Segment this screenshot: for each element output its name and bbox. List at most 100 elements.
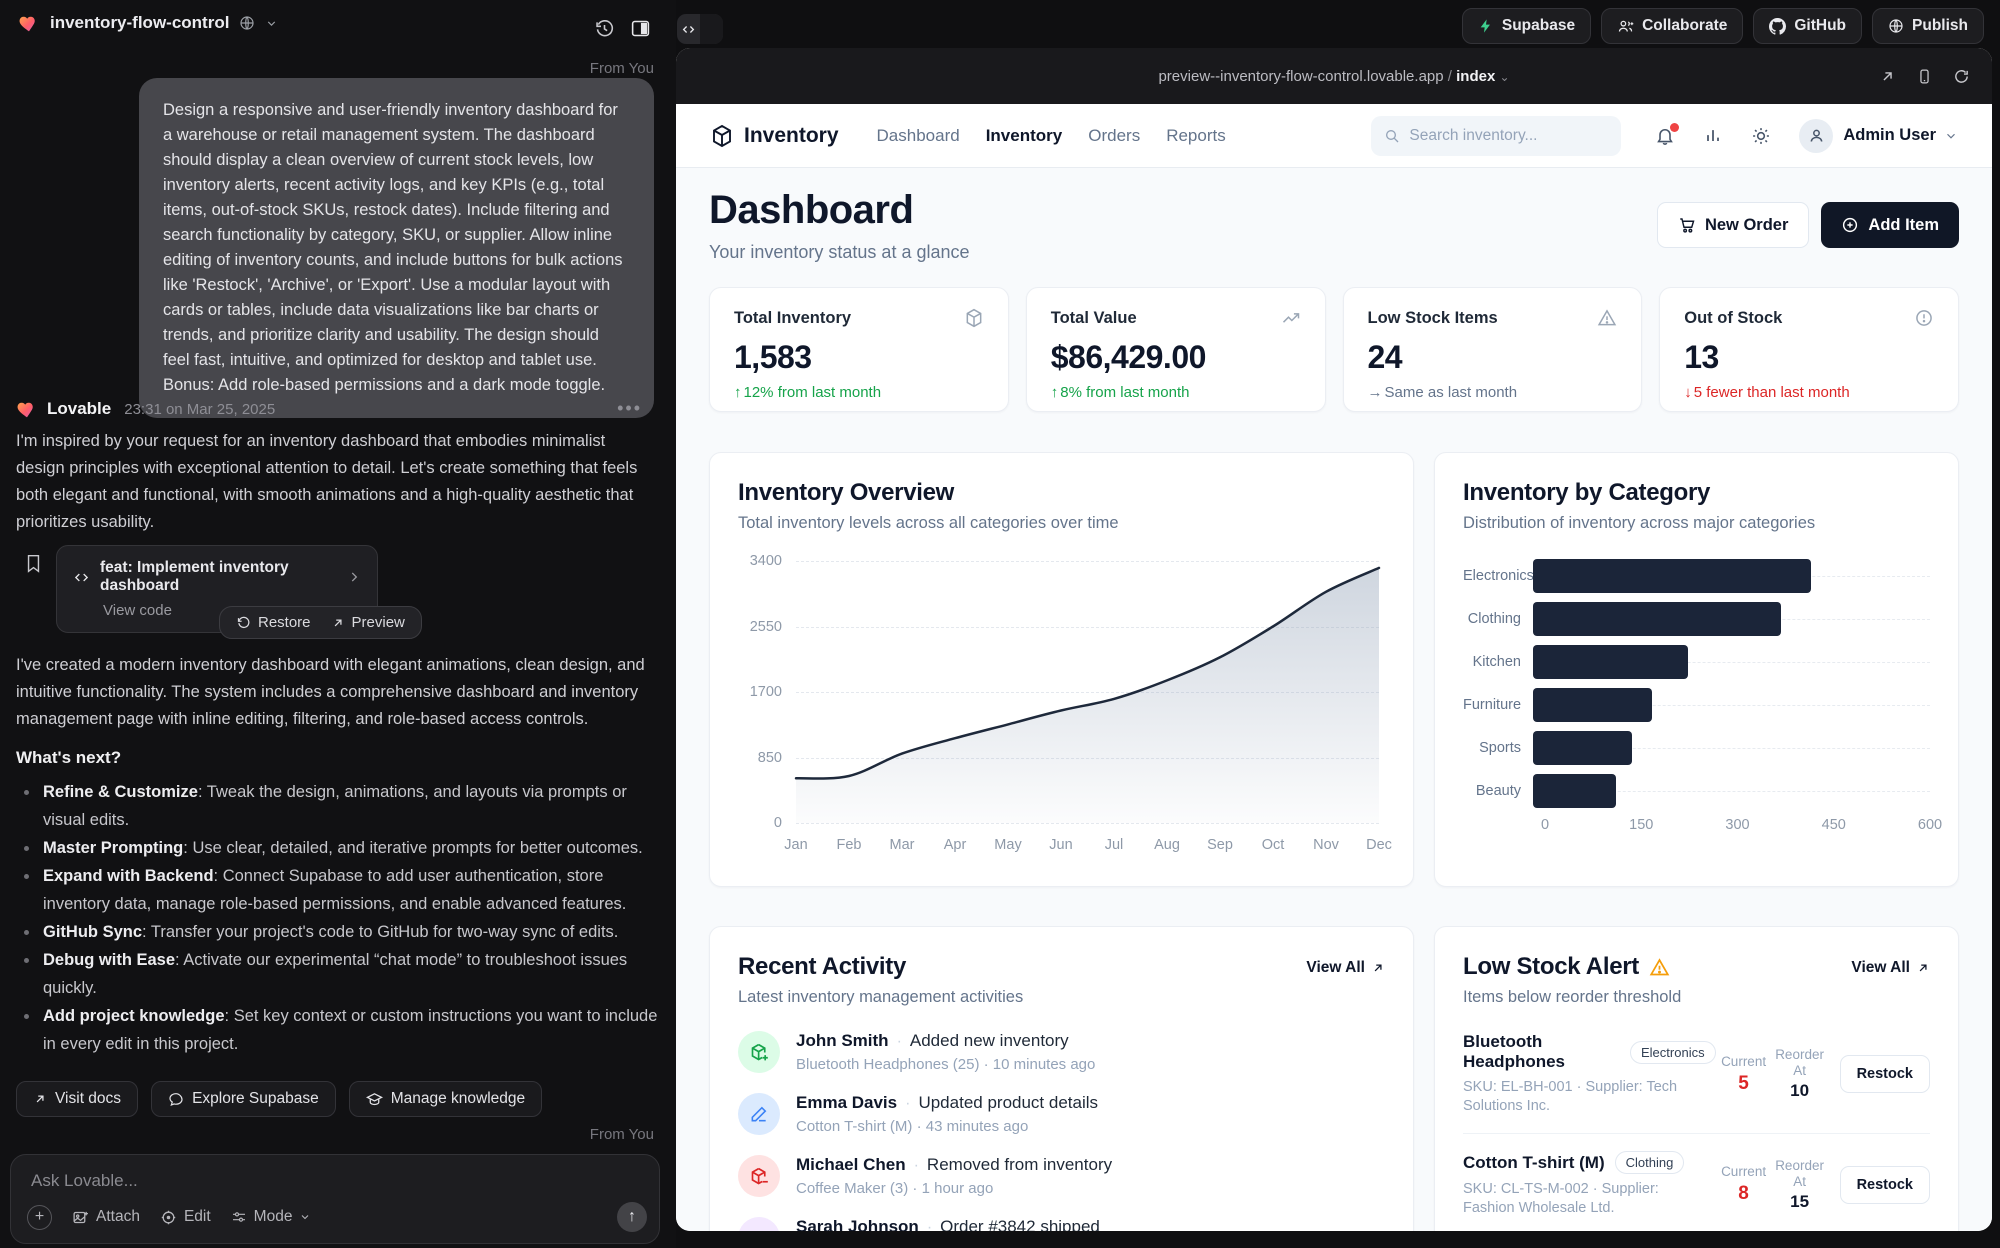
nav-link-orders[interactable]: Orders — [1088, 126, 1140, 146]
github-button[interactable]: GitHub — [1753, 8, 1862, 44]
globe-icon — [1888, 18, 1904, 34]
assistant-paragraph-1: I'm inspired by your request for an inve… — [16, 428, 658, 536]
restore-button[interactable]: Restore — [236, 614, 311, 631]
kpi-label: Low Stock Items — [1368, 309, 1498, 328]
x-axis-tick-label: Mar — [890, 837, 915, 853]
package-icon — [964, 308, 984, 328]
user-menu[interactable]: Admin User — [1799, 119, 1958, 153]
nav-links: Dashboard Inventory Orders Reports — [877, 126, 1226, 146]
edit-button[interactable]: Edit — [160, 1208, 211, 1226]
preview-url[interactable]: preview--inventory-flow-control.lovable.… — [676, 68, 1992, 85]
preview-button[interactable]: Preview — [331, 614, 405, 631]
user-message-bubble: Design a responsive and user-friendly in… — [139, 78, 654, 418]
panel-toggle-icon[interactable] — [630, 18, 651, 39]
visit-docs-button[interactable]: Visit docs — [16, 1081, 138, 1117]
publish-button[interactable]: Publish — [1872, 8, 1984, 44]
current-stock-value: 8 — [1716, 1183, 1772, 1205]
composer-input[interactable]: Ask Lovable... — [31, 1171, 138, 1191]
view-all-link[interactable]: View All — [1851, 959, 1930, 977]
activity-row[interactable]: Sarah Johnson·Order #3842 shipped Desk L… — [738, 1217, 1385, 1231]
message-menu-icon[interactable]: ••• — [617, 398, 642, 419]
plus-circle-icon — [1841, 216, 1859, 234]
nav-link-dashboard[interactable]: Dashboard — [877, 126, 960, 146]
commit-message: feat: Implement inventory dashboard — [100, 559, 337, 595]
sku-line: SKU: CL-TS-M-002 · Supplier: Fashion Who… — [1463, 1180, 1713, 1218]
project-chevron-down-icon[interactable] — [265, 17, 278, 30]
x-axis-tick-label: 300 — [1725, 817, 1749, 833]
chat-composer[interactable]: Ask Lovable... + Attach Edit Mode ↑ — [10, 1154, 660, 1244]
commit-chevron-right-icon — [347, 570, 361, 584]
notifications-bell-icon[interactable] — [1655, 126, 1675, 146]
send-button[interactable]: ↑ — [617, 1202, 647, 1232]
x-axis-tick-label: May — [994, 837, 1021, 853]
restock-button[interactable]: Restock — [1840, 1166, 1930, 1204]
chart-subtitle: Total inventory levels across all catego… — [738, 514, 1385, 533]
commit-hover-toolbar: Restore Preview — [219, 606, 422, 639]
whats-next-heading: What's next? — [16, 748, 121, 768]
activity-row[interactable]: Emma Davis·Updated product details Cotto… — [738, 1093, 1385, 1135]
card-title: Recent Activity — [738, 953, 1023, 981]
activity-row[interactable]: John Smith·Added new inventory Bluetooth… — [738, 1031, 1385, 1073]
history-icon[interactable] — [594, 18, 615, 39]
kpi-card-low-stock: Low Stock Items 24 →Same as last month — [1343, 287, 1643, 412]
kpi-value: 24 — [1368, 339, 1618, 376]
code-view-toggle[interactable] — [677, 14, 723, 44]
category-row: Kitchen — [1463, 645, 1930, 679]
mode-selector[interactable]: Mode — [231, 1208, 312, 1226]
arrow-up-right-icon — [1371, 961, 1385, 975]
inventory-overview-chart-card: Inventory Overview Total inventory level… — [709, 452, 1414, 887]
mobile-view-icon[interactable] — [1916, 68, 1933, 85]
dashboard-navbar: Inventory Dashboard Inventory Orders Rep… — [676, 104, 1992, 168]
package-plus-icon — [738, 1031, 780, 1073]
collaborate-button[interactable]: Collaborate — [1601, 8, 1743, 44]
restock-button[interactable]: Restock — [1840, 1055, 1930, 1093]
chart-title: Inventory by Category — [1463, 479, 1930, 507]
activity-row[interactable]: Michael Chen·Removed from inventory Coff… — [738, 1155, 1385, 1197]
toggle-knob — [700, 14, 723, 44]
nav-link-reports[interactable]: Reports — [1166, 126, 1226, 146]
view-all-link[interactable]: View All — [1306, 959, 1385, 977]
package-icon — [710, 124, 734, 148]
add-item-button[interactable]: Add Item — [1821, 202, 1959, 248]
attach-button[interactable]: Attach — [72, 1208, 140, 1226]
app-brand[interactable]: Inventory — [710, 124, 839, 148]
notification-dot — [1670, 123, 1679, 132]
preview-address-bar: preview--inventory-flow-control.lovable.… — [676, 48, 1992, 104]
x-axis: 0150300450600 — [1545, 817, 1930, 835]
x-axis-tick-label: Sep — [1207, 837, 1233, 853]
current-stock-value: 5 — [1716, 1073, 1772, 1095]
kpi-delta: ↑12% from last month — [734, 384, 984, 401]
project-header[interactable]: inventory-flow-control — [18, 12, 278, 34]
x-axis: JanFebMarAprMayJunJulAugSepOctNovDec — [796, 837, 1379, 857]
analytics-icon[interactable] — [1703, 126, 1723, 146]
chat-panel: inventory-flow-control From You Design a… — [0, 0, 676, 1248]
refresh-icon[interactable] — [1953, 68, 1970, 85]
product-name: Cotton T-shirt (M) — [1463, 1153, 1605, 1173]
x-axis-tick-label: 0 — [1541, 817, 1549, 833]
category-bar — [1533, 774, 1616, 808]
new-order-button[interactable]: New Order — [1657, 202, 1809, 248]
y-axis-tick-label: 0 — [774, 815, 782, 831]
list-item: Expand with Backend: Connect Supabase to… — [16, 862, 668, 918]
assistant-name: Lovable — [47, 399, 111, 419]
bookmark-icon[interactable] — [25, 553, 42, 574]
user-name: Admin User — [1843, 126, 1936, 145]
x-axis-tick-label: 150 — [1629, 817, 1653, 833]
explore-supabase-button[interactable]: Explore Supabase — [151, 1081, 336, 1117]
manage-knowledge-button[interactable]: Manage knowledge — [349, 1081, 542, 1117]
list-item: Debug with Ease: Activate our experiment… — [16, 946, 668, 1002]
theme-toggle-sun-icon[interactable] — [1751, 126, 1771, 146]
kpi-value: $86,429.00 — [1051, 339, 1301, 376]
open-in-new-tab-icon[interactable] — [1879, 68, 1896, 85]
activity-action: Order #3842 shipped — [940, 1217, 1100, 1231]
chat-quick-actions: Visit docs Explore Supabase Manage knowl… — [16, 1081, 542, 1117]
supabase-button[interactable]: Supabase — [1462, 8, 1591, 44]
card-title: Low Stock Alert — [1463, 953, 1639, 981]
search-input[interactable]: Search inventory... — [1371, 116, 1621, 156]
add-attachment-icon[interactable]: + — [27, 1205, 52, 1230]
code-icon — [677, 14, 700, 44]
low-stock-row: Cotton T-shirt (M) Clothing SKU: CL-TS-M… — [1463, 1133, 1930, 1231]
activity-action: Removed from inventory — [927, 1155, 1112, 1174]
nav-link-inventory[interactable]: Inventory — [986, 126, 1063, 146]
category-label: Furniture — [1463, 697, 1533, 713]
